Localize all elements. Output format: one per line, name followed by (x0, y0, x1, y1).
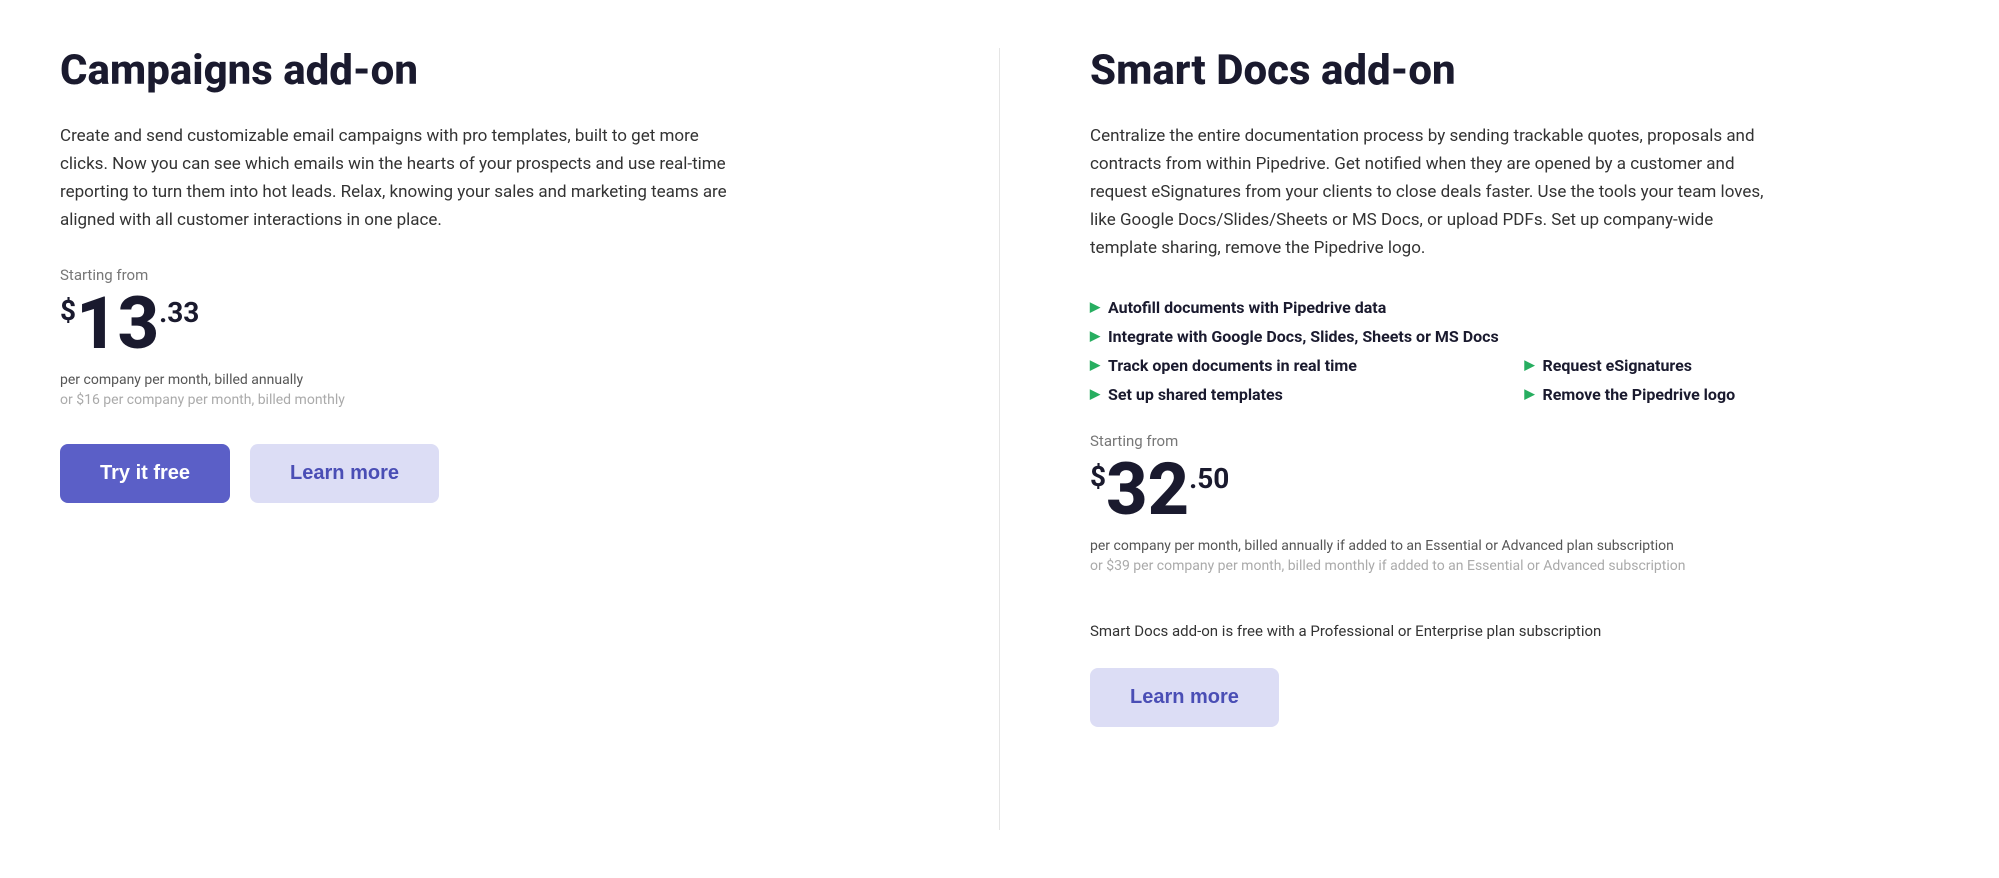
campaigns-price-main: 13 (76, 288, 159, 360)
campaigns-billing-monthly: or $16 per company per month, billed mon… (60, 392, 909, 408)
campaigns-description: Create and send customizable email campa… (60, 122, 740, 234)
smartdocs-price-dollar: $ (1090, 460, 1106, 493)
smartdocs-description: Centralize the entire documentation proc… (1090, 122, 1770, 262)
smartdocs-price-main: 32 (1106, 454, 1189, 526)
campaigns-buttons-row: Try it free Learn more (60, 444, 909, 503)
feature-arrow-icon-5: ▶ (1090, 387, 1100, 402)
campaigns-section: Campaigns add-on Create and send customi… (60, 48, 909, 830)
feature-text-4: Request eSignatures (1543, 356, 1692, 375)
smartdocs-features-list: ▶Autofill documents with Pipedrive data▶… (1090, 298, 1939, 404)
smartdocs-learn-button[interactable]: Learn more (1090, 668, 1279, 727)
campaigns-billing-annual: per company per month, billed annually (60, 372, 909, 388)
campaigns-price-dollar: $ (60, 294, 76, 327)
smartdocs-price-cents: .50 (1189, 462, 1229, 495)
smartdocs-price-block: $ 32 .50 (1090, 454, 1939, 526)
feature-arrow-icon-6: ▶ (1525, 387, 1535, 402)
feature-arrow-icon-2: ▶ (1090, 329, 1100, 344)
campaigns-price-cents: .33 (159, 296, 199, 329)
feature-item-5: ▶ Set up shared templates (1090, 385, 1505, 404)
feature-item-2: ▶ Integrate with Google Docs, Slides, She… (1090, 327, 1939, 346)
campaigns-learn-button[interactable]: Learn more (250, 444, 439, 503)
smartdocs-title: Smart Docs add-on (1090, 48, 1939, 94)
feature-arrow-icon-4: ▶ (1525, 358, 1535, 373)
campaigns-price-block: $ 13 .33 (60, 288, 909, 360)
feature-text-6: Remove the Pipedrive logo (1543, 385, 1736, 404)
campaigns-try-button[interactable]: Try it free (60, 444, 230, 503)
page-container: Campaigns add-on Create and send customi… (0, 0, 1999, 878)
feature-item-3: ▶ Track open documents in real time (1090, 356, 1505, 375)
feature-text-2: Integrate with Google Docs, Slides, Shee… (1108, 327, 1499, 346)
feature-arrow-icon-3: ▶ (1090, 358, 1100, 373)
campaigns-title: Campaigns add-on (60, 48, 909, 94)
feature-text-5: Set up shared templates (1108, 385, 1283, 404)
smartdocs-buttons-row: Learn more (1090, 668, 1939, 727)
smartdocs-billing-monthly: or $39 per company per month, billed mon… (1090, 558, 1939, 574)
feature-arrow-icon-1: ▶ (1090, 300, 1100, 315)
smartdocs-billing-annual: per company per month, billed annually i… (1090, 538, 1939, 554)
feature-item-4: ▶ Request eSignatures (1525, 356, 1940, 375)
feature-text-3: Track open documents in real time (1108, 356, 1357, 375)
smartdocs-section: Smart Docs add-on Centralize the entire … (1090, 48, 1939, 830)
feature-text-1: Autofill documents with Pipedrive data (1108, 298, 1386, 317)
campaigns-starting-from-label: Starting from (60, 266, 909, 284)
section-divider (999, 48, 1000, 830)
smartdocs-free-note: Smart Docs add-on is free with a Profess… (1090, 622, 1939, 640)
smartdocs-starting-from-label: Starting from (1090, 432, 1939, 450)
feature-item-6: ▶ Remove the Pipedrive logo (1525, 385, 1940, 404)
feature-item-1: ▶ Autofill documents with Pipedrive data (1090, 298, 1505, 317)
